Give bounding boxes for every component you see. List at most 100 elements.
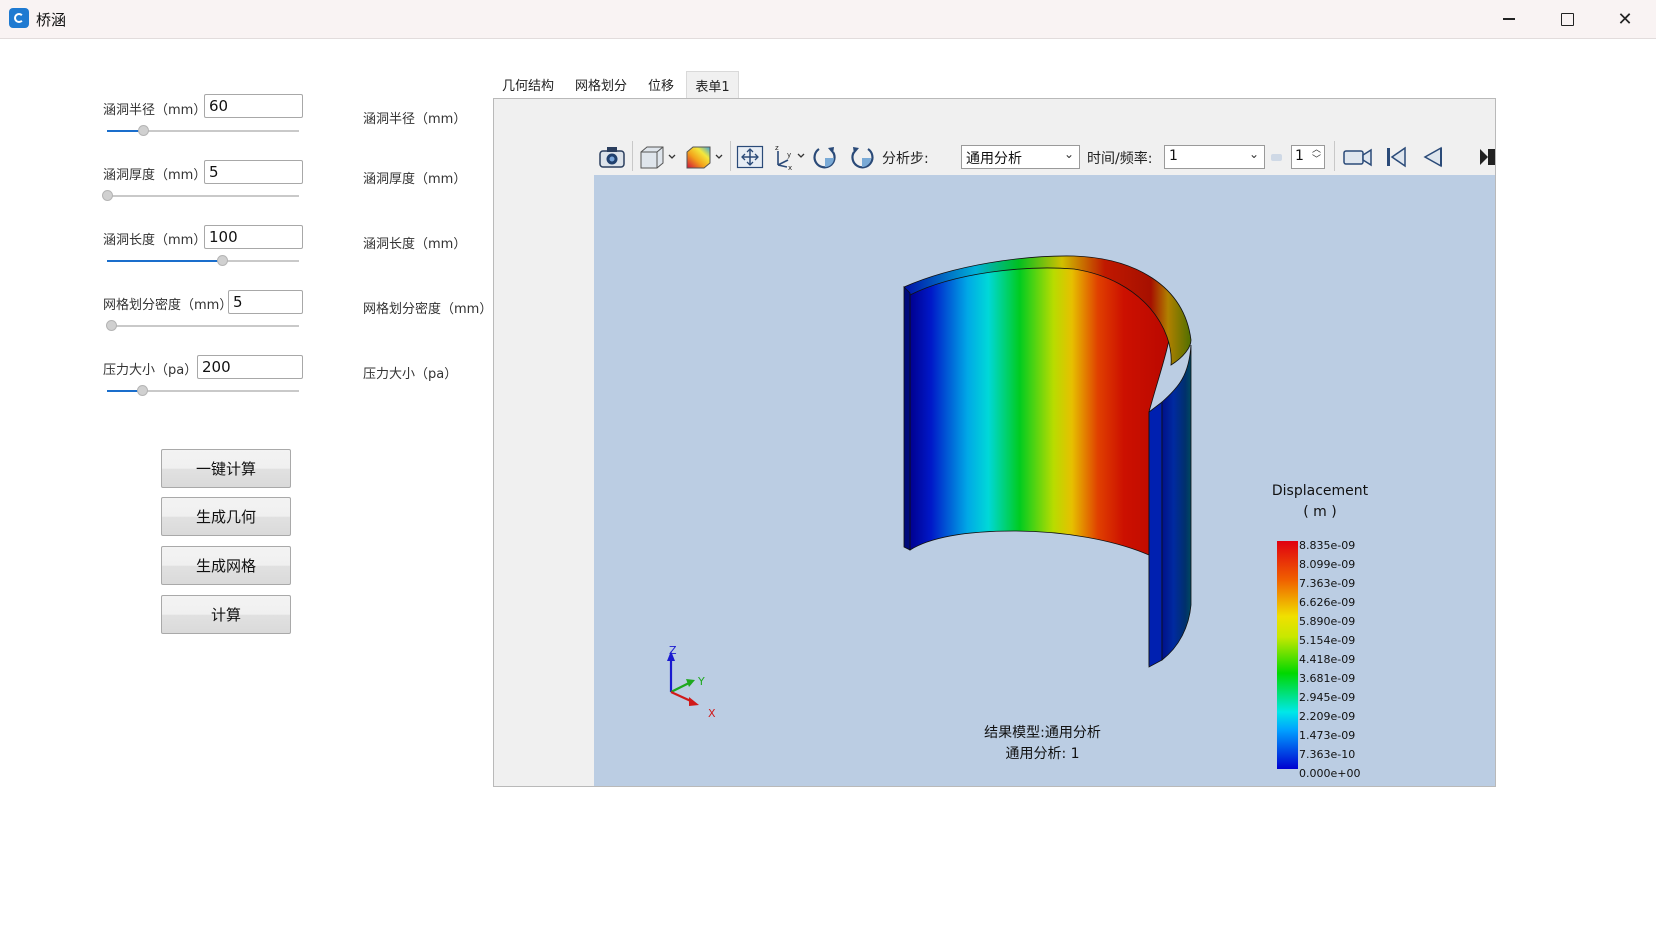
viewer-toolbar: zyx 分析步: 通用分析 ⌄ 时间/频率: 1 ⌄ 1 ︿ ﹀ [594,138,1495,175]
param-label-radius: 涵洞半径（mm） [103,103,207,118]
legend-value-label: 1.473e-09 [1299,729,1356,742]
one-click-compute-button[interactable]: 一键计算 [161,449,291,488]
length-input[interactable] [204,225,303,249]
slider-fill [107,260,223,262]
legend-value-label: 7.363e-09 [1299,577,1356,590]
maximize-icon [1560,12,1574,26]
result-step-text: 通用分析: 1 [1005,746,1080,762]
mid-label-mesh-density: 网格划分密度（mm） [363,302,493,317]
legend-title-line2: ( m ) [1303,504,1337,520]
slider-thumb[interactable] [136,385,148,396]
slider-thumb[interactable] [102,190,113,201]
frame-spinbox[interactable]: 1 ︿ ﹀ [1291,145,1325,169]
slider-track [107,195,299,197]
chevron-down-icon: ⌄ [1248,147,1259,161]
analysis-step-label: 分析步: [882,151,929,167]
radius-slider[interactable] [107,125,299,137]
slider-thumb[interactable] [105,320,117,331]
view-cube-icon[interactable] [637,144,679,170]
legend-value-label: 6.626e-09 [1299,596,1356,609]
mesh-density-input[interactable] [228,290,303,314]
svg-text:y: y [787,151,791,159]
svg-text:x: x [788,164,792,171]
legend-value-label: 8.835e-09 [1299,539,1356,552]
generate-geometry-button[interactable]: 生成几何 [161,497,291,536]
slider-thumb[interactable] [217,255,229,266]
param-label-thickness: 涵洞厚度（mm） [103,168,207,183]
close-button[interactable]: ✕ [1596,0,1654,38]
rotate-cw-icon[interactable] [810,144,840,170]
legend-value-label: 4.418e-09 [1299,653,1356,666]
legend-value-label: 0.000e+00 [1299,767,1361,780]
toolbar-separator [730,141,731,171]
outer-shell [1161,344,1192,661]
right-end-face [1148,401,1163,668]
mesh-density-slider[interactable] [105,320,299,332]
app-icon [9,8,29,28]
legend-value-label: 2.945e-09 [1299,691,1356,704]
window-title: 桥涵 [36,11,67,29]
legend-color-bar [1277,541,1298,769]
length-slider[interactable] [107,255,299,267]
frame-slider-handle[interactable] [1271,154,1282,161]
radius-input[interactable] [204,94,303,118]
generate-mesh-button[interactable]: 生成网格 [161,546,291,585]
thickness-slider[interactable] [102,190,299,202]
minimize-button[interactable] [1480,0,1538,38]
time-frequency-value: 1 [1169,148,1178,164]
pressure-input[interactable] [197,355,303,379]
chevron-down-icon: ⌄ [1063,147,1074,161]
expand-toolbar-icon[interactable] [1478,144,1495,170]
analysis-step-value: 通用分析 [966,151,1022,167]
previous-frame-icon[interactable] [1420,144,1446,170]
toolbar-separator [632,141,633,171]
mid-label-thickness: 涵洞厚度（mm） [363,172,467,187]
tab-geometry[interactable]: 几何结构 [496,71,560,98]
param-label-length: 涵洞长度（mm） [103,233,207,248]
time-frequency-label: 时间/频率: [1087,151,1153,167]
mid-label-pressure: 压力大小（pa） [363,367,458,382]
tab-mesh[interactable]: 网格划分 [569,71,633,98]
first-frame-icon[interactable] [1383,144,1409,170]
slider-thumb[interactable] [138,125,150,136]
compute-button[interactable]: 计算 [161,595,291,634]
tab-displacement[interactable]: 位移 [641,71,681,98]
legend-value-label: 3.681e-09 [1299,672,1356,685]
legend-value-label: 5.890e-09 [1299,615,1356,628]
param-label-mesh-density: 网格划分密度（mm） [103,298,233,313]
title-bar: 桥涵 ✕ [0,0,1656,39]
maximize-button[interactable] [1538,0,1596,38]
mid-label-radius: 涵洞半径（mm） [363,112,467,127]
pressure-slider[interactable] [107,385,299,397]
triad-y-label: Y [698,675,705,688]
legend-value-label: 2.209e-09 [1299,710,1356,723]
fit-view-icon[interactable] [735,144,765,170]
axis-triad [667,651,699,706]
spin-arrows-icon[interactable]: ︿ ﹀ [1312,145,1321,165]
record-video-icon[interactable] [1342,144,1374,170]
result-model-text: 结果模型:通用分析 [984,725,1101,741]
color-map-icon[interactable] [684,144,726,170]
triad-z-label: Z [669,644,677,657]
mid-label-length: 涵洞长度（mm） [363,237,467,252]
minimize-icon [1503,18,1515,20]
legend-title: Displacement ( m ) [1265,481,1375,523]
time-frequency-select[interactable]: 1 ⌄ [1164,145,1265,169]
triad-x-label: X [708,707,716,720]
rotate-ccw-icon[interactable] [847,144,877,170]
axis-orientation-icon[interactable]: zyx [770,144,808,171]
thickness-input[interactable] [204,160,303,184]
left-end-face [903,286,911,551]
legend-value-label: 8.099e-09 [1299,558,1356,571]
svg-text:z: z [775,144,779,152]
analysis-step-select[interactable]: 通用分析 ⌄ [961,145,1080,169]
legend-value-label: 7.363e-10 [1299,748,1356,761]
frame-spinbox-value: 1 [1295,148,1304,164]
legend-title-line1: Displacement [1271,483,1369,499]
toolbar-separator [1334,141,1335,171]
tab-form1[interactable]: 表单1 [686,71,739,98]
inner-surface [909,264,1172,556]
slider-track [107,325,299,327]
screenshot-camera-icon[interactable] [597,144,627,170]
legend-value-label: 5.154e-09 [1299,634,1356,647]
